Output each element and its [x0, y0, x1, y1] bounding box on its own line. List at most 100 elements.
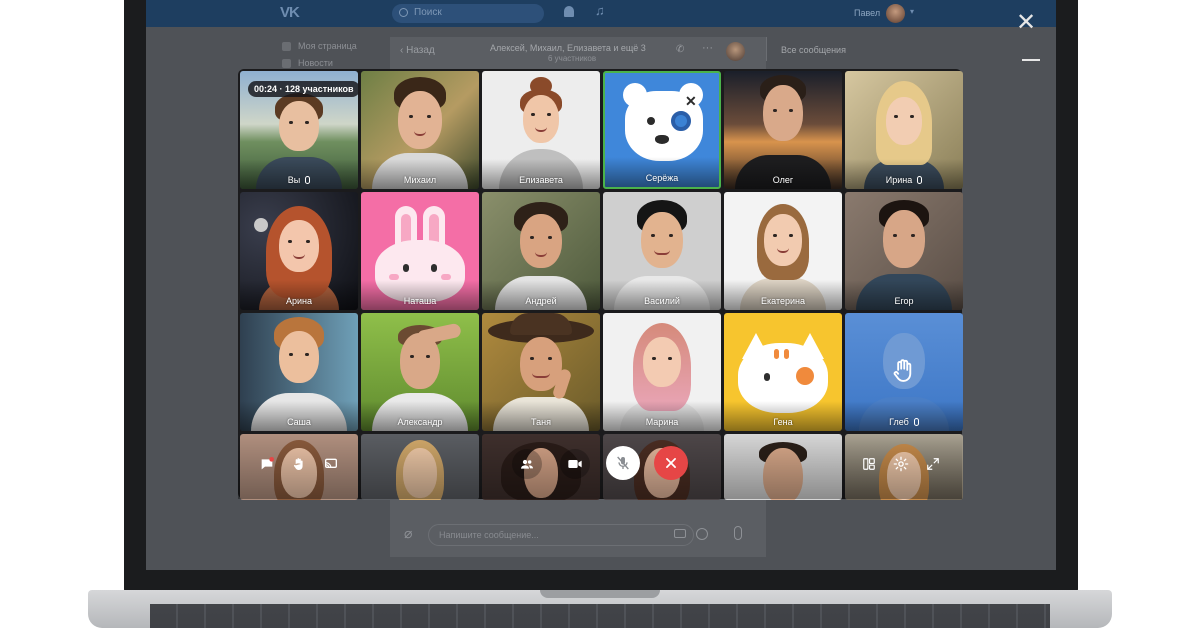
layout-icon — [863, 458, 875, 470]
participant-tile[interactable]: Саша — [240, 313, 358, 431]
notifications-icon[interactable] — [564, 6, 574, 17]
search-input[interactable]: Поиск — [392, 4, 544, 23]
eye — [548, 357, 552, 360]
microphone-muted-icon — [617, 456, 629, 470]
eye — [893, 234, 897, 237]
participant-tile[interactable]: Гена — [724, 313, 842, 431]
eye — [773, 234, 777, 237]
participant-name: Олег — [772, 175, 794, 185]
avatar[interactable] — [886, 4, 905, 23]
mouth — [654, 250, 670, 255]
name-text: Глеб — [889, 417, 909, 427]
end-call-button[interactable] — [654, 446, 688, 480]
participant-tile[interactable]: Андрей — [482, 192, 600, 310]
face — [279, 331, 319, 383]
eye — [547, 113, 551, 116]
user-name[interactable]: Павел — [854, 8, 880, 18]
more-icon[interactable]: ··· — [702, 42, 713, 54]
participant-tile[interactable]: Михаил — [361, 71, 479, 189]
participant-name: Марина — [645, 417, 679, 427]
participants-button[interactable] — [512, 449, 542, 479]
microphone-button[interactable] — [606, 446, 640, 480]
participant-tile[interactable]: Олег — [724, 71, 842, 189]
raise-hand-button[interactable] — [284, 449, 314, 479]
chat-title: Алексей, Михаил, Елизавета и ещё 3 — [490, 43, 646, 53]
attach-icon[interactable]: ⌀ — [404, 525, 412, 542]
back-button[interactable]: ‹ Назад — [400, 45, 435, 56]
muted-mic-icon — [305, 176, 311, 184]
close-icon[interactable]: ✕ — [1016, 11, 1036, 35]
face — [398, 91, 442, 149]
participant-name: Александр — [397, 417, 443, 427]
menu-item-my-page[interactable]: Моя страница — [282, 38, 357, 55]
eye — [410, 355, 414, 358]
participant-tile[interactable]: Марина — [603, 313, 721, 431]
eye — [431, 264, 437, 272]
emoji-icon[interactable] — [696, 528, 708, 540]
fullscreen-icon — [927, 458, 939, 470]
participant-tile[interactable]: Василий — [603, 192, 721, 310]
eye-patch — [671, 111, 691, 131]
face — [643, 337, 681, 387]
participant-tile[interactable]: Арина — [240, 192, 358, 310]
screen-share-button[interactable] — [316, 449, 346, 479]
chat-icon — [261, 457, 274, 470]
participant-name: Михаил — [403, 175, 437, 185]
participant-name: Екатерина — [761, 296, 805, 306]
mouth — [535, 127, 547, 132]
bear-scar: ✕ — [685, 93, 697, 109]
participant-name: Саша — [287, 417, 311, 427]
participant-tile[interactable]: Екатерина — [724, 192, 842, 310]
message-input[interactable]: Напишите сообщение... — [428, 524, 694, 546]
eye — [789, 109, 793, 112]
message-composer: ⌀ Напишите сообщение... — [390, 510, 766, 556]
face — [641, 212, 683, 268]
eye — [403, 264, 409, 272]
participant-tile-hand-raised[interactable]: Глеб — [845, 313, 963, 431]
chat-avatar[interactable] — [726, 42, 745, 61]
camera-icon[interactable] — [674, 529, 686, 538]
layout-button[interactable] — [854, 449, 884, 479]
laptop-notch — [540, 590, 660, 598]
fullscreen-button[interactable] — [918, 449, 948, 479]
call-window: 00:24 · 128 участников Вы Михаил Елизаве… — [238, 69, 963, 500]
music-icon[interactable]: ♫ — [595, 3, 605, 18]
participant-tile[interactable]: Елизавета — [482, 71, 600, 189]
minimize-icon[interactable] — [1022, 59, 1040, 61]
participant-tile[interactable]: 00:24 · 128 участников Вы — [240, 71, 358, 189]
eye — [773, 109, 777, 112]
eye-patch — [796, 367, 814, 385]
participant-tile-speaking[interactable]: ✕ Серёжа — [603, 71, 721, 189]
camera-toggle-button[interactable] — [560, 449, 590, 479]
participant-tile[interactable]: Александр — [361, 313, 479, 431]
face — [520, 214, 562, 268]
voice-message-icon[interactable] — [734, 526, 742, 540]
eye — [305, 353, 309, 356]
participant-tile[interactable]: Таня — [482, 313, 600, 431]
eye — [669, 234, 673, 237]
search-icon — [399, 8, 408, 17]
stripe — [784, 349, 789, 359]
search-placeholder: Поиск — [414, 7, 442, 18]
chevron-down-icon[interactable]: ▾ — [910, 7, 914, 16]
eye — [911, 234, 915, 237]
eye — [530, 236, 534, 239]
all-messages-link[interactable]: Все сообщения — [766, 37, 921, 61]
chat-button[interactable] — [252, 449, 282, 479]
screen-share-icon — [325, 458, 337, 469]
name-text: Ирина — [885, 175, 913, 185]
end-call-icon — [666, 458, 676, 468]
keyboard — [150, 604, 1050, 628]
participant-tile[interactable]: Ирина — [845, 71, 963, 189]
vk-logo[interactable]: VK — [280, 4, 300, 21]
participant-name: Наташа — [403, 296, 437, 306]
call-icon[interactable]: ✆ — [676, 44, 684, 55]
stage: VK Поиск ♫ Павел ▾ Моя страница Новости … — [0, 0, 1200, 628]
participant-tile[interactable]: Егор — [845, 192, 963, 310]
chat-subtitle: 6 участников — [548, 54, 597, 63]
participant-tile[interactable]: Наташа — [361, 192, 479, 310]
participant-name: Арина — [285, 296, 312, 306]
face — [883, 210, 925, 268]
eye — [910, 115, 914, 118]
settings-button[interactable] — [886, 449, 916, 479]
